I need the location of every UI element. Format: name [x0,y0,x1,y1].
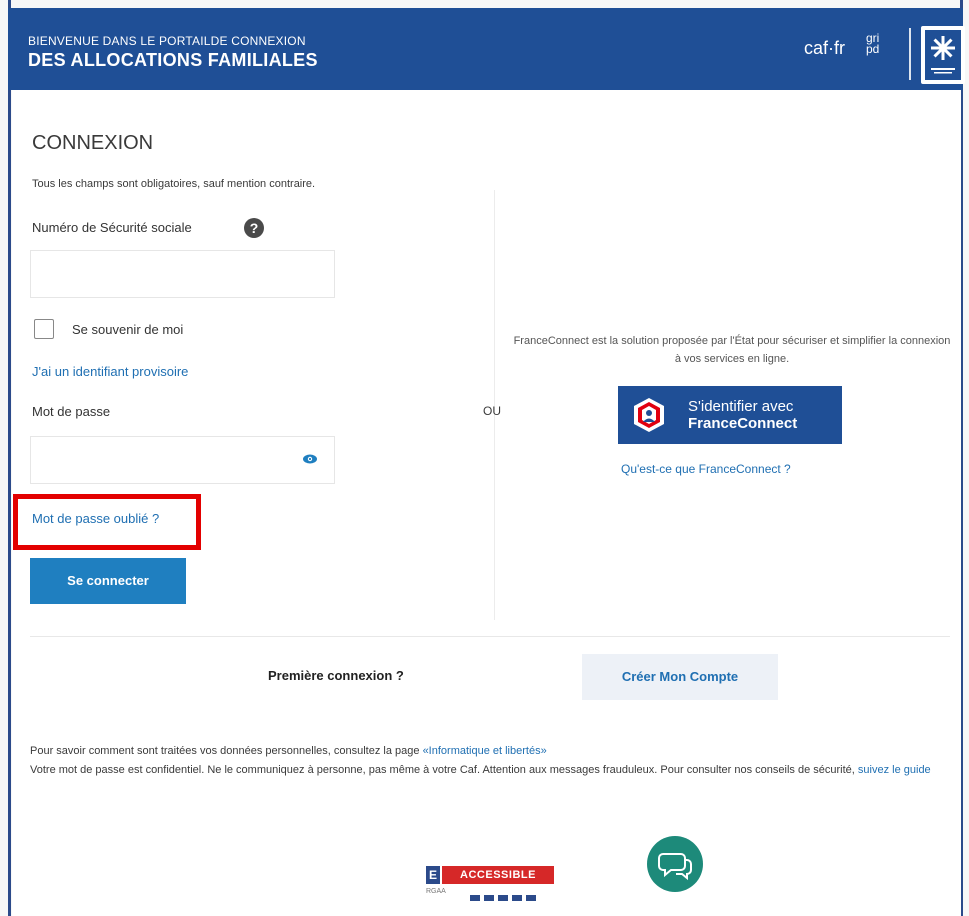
header-subtitle: BIENVENUE DANS LE PORTAILDE CONNEXION [28,34,306,48]
help-icon[interactable]: ? [244,218,264,238]
franceconnect-info-link[interactable]: Qu'est-ce que FranceConnect ? [621,462,791,476]
franceconnect-button-line1: S'identifier avec [688,398,794,415]
chat-icon [658,853,692,881]
accessibility-e: E [426,866,440,884]
forgot-password-link[interactable]: Mot de passe oublié ? [32,511,159,526]
remember-checkbox[interactable] [34,319,54,339]
login-card: CONNEXION Tous les champs sont obligatoi… [12,90,961,916]
chat-button[interactable] [647,836,703,892]
privacy-text: Pour savoir comment sont traitées vos do… [30,745,423,757]
security-text: Votre mot de passe est confidentiel. Ne … [30,764,858,776]
franceconnect-button[interactable]: S'identifier avec FranceConnect [618,386,842,444]
header-separator [909,28,911,80]
login-heading: CONNEXION [32,132,154,154]
republic-logo-icon [925,30,961,80]
horizontal-divider [30,636,950,637]
franceconnect-button-line2: FranceConnect [688,415,798,432]
privacy-link[interactable]: «Informatique et libertés» [423,745,547,757]
required-note: Tous les champs sont obligatoires, sauf … [32,178,316,190]
login-button[interactable]: Se connecter [30,558,186,604]
show-password-eye-icon[interactable] [302,452,318,466]
accessibility-dots [470,888,550,901]
brand-small-text: gri pd [866,31,880,56]
franceconnect-button-text: S'identifier avec FranceConnect [688,398,797,432]
header-title: DES ALLOCATIONS FAMILIALES [28,50,318,70]
create-account-button[interactable]: Créer Mon Compte [582,654,778,700]
provisional-id-link[interactable]: J'ai un identifiant provisoire [32,364,188,379]
password-input[interactable] [30,436,335,484]
first-connection-label: Première connexion ? [268,668,404,683]
remember-label[interactable]: Se souvenir de moi [72,322,183,337]
franceconnect-description: FranceConnect est la solution proposée p… [513,335,951,365]
password-label: Mot de passe [32,404,111,419]
frame-border-left [8,0,11,916]
republic-logo[interactable] [921,26,965,84]
legal-notice: Pour savoir comment sont traitées vos do… [30,742,950,780]
caf-brand[interactable]: caf·fr [804,38,845,59]
portal-header: BIENVENUE DANS LE PORTAILDE CONNEXION DE… [8,8,965,90]
security-guide-link[interactable]: suivez le guide [858,764,931,776]
accessibility-label: ACCESSIBLE [442,866,554,884]
accessibility-sub: RGAA [426,888,446,895]
or-separator: OU [483,404,501,418]
accessibility-badge[interactable]: E ACCESSIBLE RGAA [426,866,556,901]
nss-input[interactable] [30,250,335,298]
franceconnect-logo-icon [634,398,664,432]
nss-label: Numéro de Sécurité sociale [32,220,192,235]
page-frame: BIENVENUE DANS LE PORTAILDE CONNEXION DE… [0,0,969,916]
